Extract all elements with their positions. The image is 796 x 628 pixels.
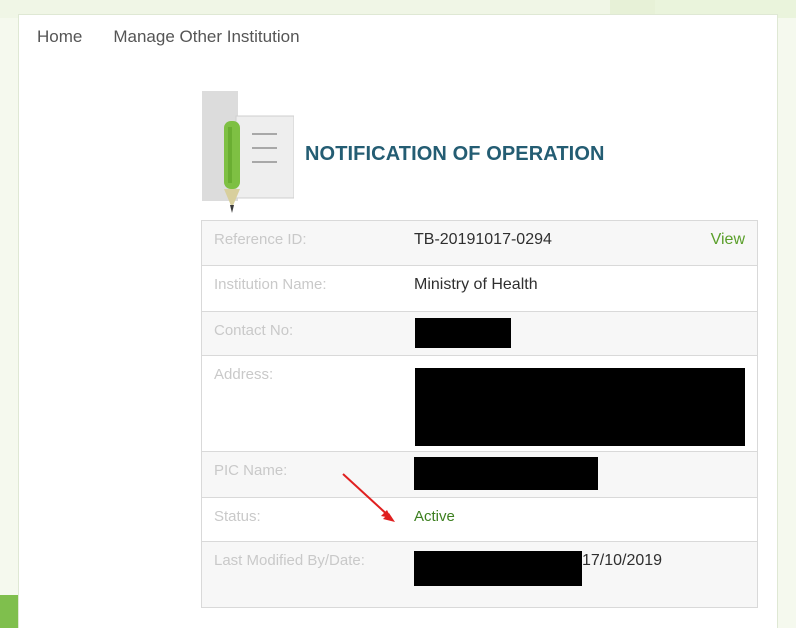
reference-value-cell: TB-20191017-0294 View	[396, 221, 757, 265]
address-label: Address:	[214, 366, 274, 383]
pic-row: PIC Name:	[202, 451, 757, 497]
reference-label: Reference ID:	[214, 231, 307, 248]
contact-row: Contact No:	[202, 311, 757, 355]
redacted-modified-by	[414, 551, 582, 586]
red-arrow-annotation	[339, 470, 419, 550]
modified-date: 17/10/2019	[582, 552, 663, 569]
institution-value: Ministry of Health	[414, 276, 538, 293]
left-green-strip	[0, 595, 18, 628]
nav-manage-link[interactable]: Manage Other Institution	[113, 27, 299, 47]
pic-value-cell	[396, 452, 757, 497]
modified-row: Last Modified By/Date: 17/10/2019	[202, 541, 757, 607]
content-panel: Home Manage Other Institution NOTIFICATI…	[18, 14, 778, 628]
redacted-address	[415, 368, 745, 446]
status-value-cell: Active	[396, 498, 757, 541]
contact-label: Contact No:	[214, 322, 294, 339]
address-row: Address:	[202, 355, 757, 451]
address-value-cell	[396, 356, 757, 451]
nav-home-link[interactable]: Home	[37, 27, 82, 47]
reference-row: Reference ID: TB-20191017-0294 View	[202, 221, 757, 265]
top-nav: Home Manage Other Institution	[37, 27, 300, 47]
institution-row: Institution Name: Ministry of Health	[202, 265, 757, 311]
status-row: Status: Active	[202, 497, 757, 541]
redacted-pic	[414, 457, 598, 490]
page-title: NOTIFICATION OF OPERATION	[305, 143, 605, 165]
institution-label: Institution Name:	[214, 276, 327, 293]
modified-label: Last Modified By/Date:	[214, 552, 365, 569]
modified-value-cell: 17/10/2019	[396, 542, 757, 607]
reference-id: TB-20191017-0294	[414, 231, 552, 248]
notification-details-table: Reference ID: TB-20191017-0294 View Inst…	[201, 220, 758, 608]
view-link[interactable]: View	[711, 231, 745, 249]
status-value: Active	[414, 508, 455, 525]
document-pencil-icon	[202, 91, 295, 221]
redacted-contact	[415, 318, 511, 348]
contact-value-cell	[396, 312, 757, 355]
